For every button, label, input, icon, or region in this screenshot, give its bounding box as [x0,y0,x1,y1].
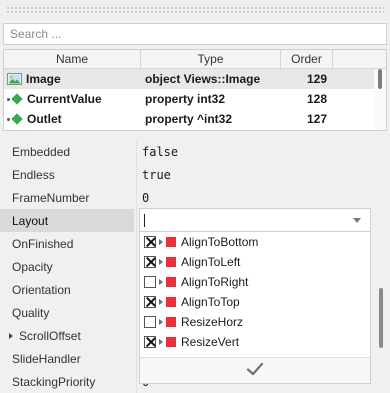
scrollbar-thumb[interactable] [378,69,382,89]
column-divider[interactable] [136,140,137,393]
chevron-down-icon[interactable] [353,218,361,223]
property-diamond-icon [7,93,23,105]
option-label: AlignToRight [181,275,249,289]
property-label-endless[interactable]: Endless [0,163,134,186]
row-order: 128 [306,92,327,106]
list-item[interactable]: ResizeVert [140,332,370,352]
list-item[interactable]: AlignToBottom [140,232,370,252]
row-type: property ^int32 [145,112,233,126]
property-label-slidehandler[interactable]: SlideHandler [0,347,134,370]
search-input[interactable] [4,24,386,44]
table-row[interactable]: CurrentValue property int32 128 [4,89,386,109]
checkbox[interactable] [144,336,156,348]
layout-combo[interactable] [139,208,371,232]
property-label-text: ScrollOffset [19,328,81,343]
red-flag-icon [166,257,176,267]
option-label: AlignToTop [181,295,240,309]
list-item[interactable]: ResizeHorz [140,312,370,332]
scrollbar-thumb[interactable] [379,288,383,348]
checkbox[interactable] [144,276,156,288]
checkbox[interactable] [144,236,156,248]
option-label: AlignToLeft [181,255,241,269]
row-name: Outlet [27,112,62,126]
layout-dropdown-list: AlignToBottom AlignToLeft AlignToRight A… [139,232,371,384]
column-header-order[interactable]: Order [281,50,333,68]
property-label-quality[interactable]: Quality [0,301,134,324]
triangle-right-icon [159,279,163,285]
option-label: ResizeVert [181,335,240,349]
property-label-orientation[interactable]: Orientation [0,278,134,301]
text-caret [144,214,145,227]
table-scrollbar[interactable] [374,69,386,130]
property-label-embedded[interactable]: Embedded [0,140,134,163]
row-order: 127 [306,112,327,126]
property-label-scrolloffset[interactable]: ScrollOffset [0,324,134,347]
table-row[interactable]: Outlet property ^int32 127 [4,109,386,129]
row-type: property int32 [145,92,226,106]
property-value-embedded[interactable]: false [142,140,178,163]
row-name: CurrentValue [27,92,102,106]
red-flag-icon [166,317,176,327]
property-label-stackingpriority[interactable]: StackingPriority [0,370,134,393]
property-value-endless[interactable]: true [142,163,171,186]
expand-arrow-icon[interactable] [9,332,13,339]
row-type: object Views::Image [145,72,261,86]
dropdown-footer [140,357,370,383]
red-flag-icon [166,337,176,347]
checkmark-icon[interactable] [246,362,264,379]
property-value-framenumber[interactable]: 0 [142,186,149,209]
property-label-framenumber[interactable]: FrameNumber [0,186,134,209]
property-grid-scrollbar[interactable] [374,208,388,393]
checkbox[interactable] [144,256,156,268]
red-flag-icon [166,297,176,307]
property-label-layout[interactable]: Layout [0,209,134,232]
property-label-onfinished[interactable]: OnFinished [0,232,134,255]
triangle-right-icon [159,239,163,245]
search-box[interactable] [3,23,387,45]
image-icon [7,73,22,85]
triangle-right-icon [159,339,163,345]
column-header-type[interactable]: Type [141,50,281,68]
grip-dots [6,6,384,13]
column-header-name[interactable]: Name [4,50,141,68]
checkbox[interactable] [144,296,156,308]
triangle-right-icon [159,299,163,305]
list-item[interactable]: AlignToLeft [140,252,370,272]
option-label: ResizeHorz [181,315,244,329]
property-label-opacity[interactable]: Opacity [0,255,134,278]
red-flag-icon [166,277,176,287]
list-item[interactable]: AlignToTop [140,292,370,312]
triangle-right-icon [159,319,163,325]
members-table: Name Type Order Image object Views::Imag… [3,49,387,131]
table-row[interactable]: Image object Views::Image 129 [4,69,386,89]
triangle-right-icon [159,259,163,265]
row-order: 129 [306,72,327,86]
red-flag-icon [166,237,176,247]
list-item[interactable]: AlignToRight [140,272,370,292]
table-header: Name Type Order [4,50,386,69]
row-name: Image [26,72,61,86]
property-diamond-icon [7,113,23,125]
option-label: AlignToBottom [181,235,259,249]
checkbox[interactable] [144,316,156,328]
panel-drag-handle[interactable] [0,0,390,20]
